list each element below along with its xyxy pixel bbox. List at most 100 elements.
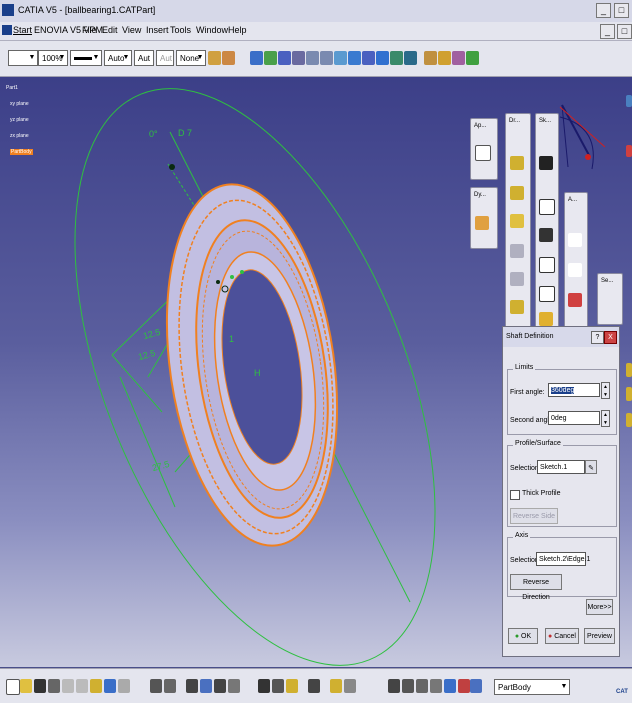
groove-icon[interactable] (510, 244, 524, 258)
swap-visible-icon[interactable] (404, 51, 417, 65)
ok-button[interactable]: ● OK (508, 628, 538, 644)
coordinate-icon[interactable] (430, 679, 442, 693)
multi-view-icon[interactable] (348, 51, 361, 65)
measure-between-icon[interactable] (388, 679, 400, 693)
snap-icon[interactable] (228, 679, 240, 693)
cancel-button[interactable]: ● Cancel (545, 628, 579, 644)
analysis-icon[interactable] (214, 679, 226, 693)
chamfer-icon[interactable] (568, 293, 582, 307)
tool-strip-icon[interactable] (626, 387, 632, 401)
reverse-direction-button[interactable]: Reverse Direction (510, 574, 562, 601)
properties-icon[interactable] (222, 51, 235, 65)
pattern-icon[interactable] (344, 679, 356, 693)
zoom-out-icon[interactable] (320, 51, 333, 65)
copy-icon[interactable] (76, 679, 88, 693)
minimize-button[interactable]: _ (596, 3, 611, 18)
thick-profile-checkbox[interactable] (510, 490, 520, 500)
tool-strip-icon[interactable] (626, 145, 632, 157)
axis-system-icon[interactable] (272, 679, 284, 693)
table-icon[interactable] (186, 679, 198, 693)
close-button[interactable]: X (604, 331, 617, 344)
save-icon[interactable] (34, 679, 46, 693)
sketch-tool-icon[interactable] (539, 312, 553, 326)
doc-restore-button[interactable]: □ (617, 24, 632, 39)
menu-window[interactable]: Window (196, 25, 228, 35)
menu-help[interactable]: Help (228, 25, 247, 35)
sketcher-icon[interactable] (424, 51, 437, 65)
tree-item-yz-plane[interactable]: yz plane (10, 117, 29, 123)
measure-item-icon[interactable] (402, 679, 414, 693)
fit-all-icon[interactable] (264, 51, 277, 65)
catia-app-icon[interactable] (2, 4, 14, 16)
plane-icon[interactable] (286, 679, 298, 693)
sketch-line-icon[interactable] (539, 156, 553, 170)
axis-icon[interactable] (539, 228, 553, 242)
painter-icon[interactable] (208, 51, 221, 65)
measure-icon[interactable] (438, 51, 451, 65)
shading-icon[interactable] (376, 51, 389, 65)
pocket-icon[interactable] (510, 186, 524, 200)
profile-icon[interactable] (539, 199, 555, 215)
shaft-icon[interactable] (510, 214, 524, 228)
open-icon[interactable] (20, 679, 32, 693)
tree-item-partbody[interactable]: PartBody (10, 149, 33, 155)
help-button[interactable]: ? (591, 331, 604, 344)
cut-icon[interactable] (62, 679, 74, 693)
undo-icon[interactable] (104, 679, 116, 693)
weight2-combo[interactable]: Aut (156, 50, 174, 66)
linetype-combo[interactable]: Auto ▼ (104, 50, 132, 66)
transform-icon[interactable] (330, 679, 342, 693)
body-selector-combo[interactable]: PartBody ▼ (494, 679, 570, 695)
normal-view-icon[interactable] (334, 51, 347, 65)
reverse-side-button[interactable]: Reverse Side (510, 508, 558, 524)
formula-icon[interactable] (150, 679, 162, 693)
iso-view-icon[interactable] (362, 51, 375, 65)
hide-show-icon[interactable] (390, 51, 403, 65)
pan-icon[interactable] (278, 51, 291, 65)
redo-icon[interactable] (118, 679, 130, 693)
point-icon[interactable] (539, 286, 555, 302)
apply-material-icon[interactable] (452, 51, 465, 65)
menu-insert[interactable]: Insert (146, 25, 169, 35)
dynamic-sketch-icon[interactable] (475, 216, 489, 230)
menu-tools[interactable]: Tools (170, 25, 191, 35)
zoom-in-icon[interactable] (306, 51, 319, 65)
second-angle-input[interactable]: 0deg (548, 411, 600, 425)
axis-selection-input[interactable]: Sketch.2\Edge.1 (536, 552, 590, 566)
maximize-button[interactable]: □ (614, 3, 629, 18)
line-thickness-combo[interactable]: ▼ (70, 50, 102, 66)
first-angle-spinner[interactable]: ▲ ▼ (601, 382, 610, 399)
inertia-icon[interactable] (416, 679, 428, 693)
doc-minimize-button[interactable]: _ (600, 24, 615, 39)
fill-color-combo[interactable]: ▼ (8, 50, 38, 66)
tool-strip-icon[interactable] (626, 363, 632, 377)
tree-item-xy-plane[interactable]: xy plane (10, 101, 29, 107)
knowledge-icon[interactable] (164, 679, 176, 693)
first-angle-input[interactable]: 360deg (548, 383, 600, 397)
insert-body-icon[interactable] (470, 679, 482, 693)
more-button[interactable]: More>> (586, 599, 613, 615)
palette-sk[interactable]: Sk... (535, 113, 559, 329)
boolean-icon[interactable] (458, 679, 470, 693)
palette-se[interactable]: Se... (597, 273, 623, 325)
catalog-icon[interactable] (200, 679, 212, 693)
menu-file[interactable]: File (82, 25, 97, 35)
tree-item-part1[interactable]: Part1 (6, 85, 18, 91)
constraint-icon[interactable] (539, 257, 555, 273)
formula-icon[interactable] (466, 51, 479, 65)
operation-icon[interactable] (308, 679, 320, 693)
weight-combo[interactable]: Aut (134, 50, 154, 66)
tree-item-zx-plane[interactable]: zx plane (10, 133, 29, 139)
pad-icon[interactable] (510, 156, 524, 170)
rotate-icon[interactable] (292, 51, 305, 65)
fillet-icon[interactable] (568, 263, 582, 277)
update-icon[interactable] (475, 145, 491, 161)
new-icon[interactable] (6, 679, 20, 695)
zoom-combo[interactable]: 100% ▼ (38, 50, 68, 66)
print-icon[interactable] (48, 679, 60, 693)
menu-edit[interactable]: Edit (102, 25, 118, 35)
document-icon[interactable] (2, 25, 12, 35)
palette-dr[interactable]: Dr... (505, 113, 531, 329)
menu-start[interactable]: Start (13, 25, 32, 35)
dress-up-icon[interactable] (568, 233, 582, 247)
